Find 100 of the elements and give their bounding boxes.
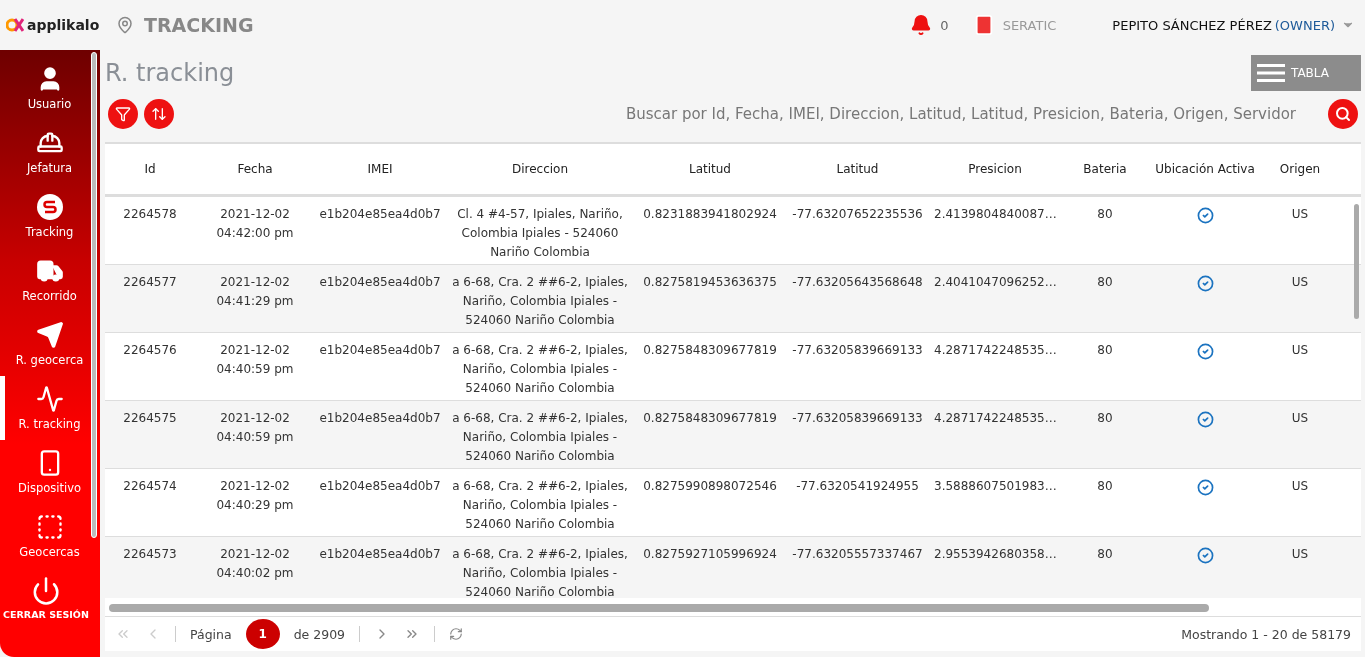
column-header[interactable]: Latitud: [785, 162, 930, 177]
sort-button[interactable]: [144, 99, 174, 130]
table-cell-text: 2021-12-02 04:40:02 pm: [215, 546, 295, 583]
table-cell-text: a 6-68, Cra. 2 ##6-2, Ipiales, Nariño, Colombia Ipiales - 524060 Nariño Colombia: [451, 546, 629, 599]
page-label: Página: [190, 626, 232, 642]
dashed-square-icon: [35, 513, 64, 541]
line-chart-icon: [35, 385, 64, 413]
sidebar-item[interactable]: R. tracking: [0, 376, 100, 440]
table-cell-text: -77.63205643568648: [791, 274, 924, 292]
table-cell-text: 2264577: [122, 274, 178, 292]
search-field[interactable]: Buscar por Id, Fecha, IMEI, Direccion, Latitud, Latitud, Presicion, Bateria, Origen, Servidor: [180, 104, 1298, 125]
table-cell-text: US: [1290, 274, 1310, 292]
table-cell-text: 2021-12-02 04:42:00 pm: [215, 206, 295, 243]
table-cell-text: 2.9553942680358…: [933, 546, 1058, 564]
table-row[interactable]: 2264575 2021-12-02 04:40:59 pm e1b204e85ea4d0b7 a 6-68, Cra. 2 ##6-2, Ipiales, Nariño, Colombia Ipiales - 524060 Nariño Colombia 0.8275848309677819 -77.63205839669133 4.2871742248535… 80 US: [105, 401, 1361, 470]
table-cell-text: e1b204e85ea4d0b7: [318, 206, 442, 224]
table-cell-text: 0.8275990898072546: [642, 478, 778, 496]
horizontal-scrollbar[interactable]: [109, 604, 1209, 613]
table-cell-text: a 6-68, Cra. 2 ##6-2, Ipiales, Nariño, Colombia Ipiales - 524060 Nariño Colombia: [451, 478, 629, 534]
page-count: de 2909: [293, 626, 346, 642]
sidebar-item[interactable]: Jefatura: [0, 120, 100, 184]
table-cell-text: -77.63205839669133: [791, 342, 924, 360]
power-icon: [31, 576, 61, 606]
send-icon: [35, 321, 64, 349]
table-cell-text: 2021-12-02 04:41:29 pm: [215, 274, 295, 311]
table-cell-text: e1b204e85ea4d0b7: [318, 410, 442, 428]
table-cell-text: -77.63205557337467: [791, 546, 924, 564]
column-header[interactable]: Ubicación Activa: [1150, 162, 1260, 177]
tracking-icon: [35, 193, 64, 221]
table-cell-text: 80: [1096, 342, 1114, 360]
notification-bell-icon[interactable]: [910, 14, 933, 36]
table-cell-text: US: [1290, 410, 1310, 428]
table-cell-text: 0.8275927105996924: [642, 546, 778, 564]
filter-button[interactable]: [108, 99, 138, 130]
section-title: TRACKING: [144, 14, 254, 36]
logout-button[interactable]: CERRAR SESIÓN: [0, 568, 100, 620]
sidebar-scrollbar[interactable]: [91, 52, 97, 538]
column-header[interactable]: Origen: [1260, 162, 1340, 177]
table-cell-text: e1b204e85ea4d0b7: [318, 274, 442, 292]
column-header[interactable]: Id: [105, 162, 195, 177]
table-cell-text: 2.4139804840087…: [933, 206, 1058, 224]
table-row[interactable]: 2264577 2021-12-02 04:41:29 pm e1b204e85ea4d0b7 a 6-68, Cra. 2 ##6-2, Ipiales, Nariño, Colombia Ipiales - 524060 Nariño Colombia 0.8275819453636375 -77.63205643568648 2.4041047096252… 80 US: [105, 265, 1361, 334]
table-cell-text: 2021-12-02 04:40:59 pm: [215, 342, 295, 379]
table-cell-text: 80: [1096, 410, 1114, 428]
page-title: R. tracking: [105, 59, 235, 88]
table-cell-text: a 6-68, Cra. 2 ##6-2, Ipiales, Nariño, Colombia Ipiales - 524060 Nariño Colombia: [451, 410, 629, 466]
sidebar-item[interactable]: Usuario: [0, 56, 100, 120]
table-cell-text: 2021-12-02 04:40:29 pm: [215, 478, 295, 515]
page-number[interactable]: 1: [245, 619, 280, 650]
table-cell-text: -77.6320541924955: [795, 478, 920, 496]
table-cell-text: 80: [1096, 206, 1114, 224]
table-cell-text: 2264578: [122, 206, 178, 224]
search-button[interactable]: [1328, 99, 1358, 130]
vertical-scrollbar[interactable]: [1354, 204, 1359, 320]
table-cell-text: 2264573: [122, 546, 178, 564]
table-cell-text: US: [1290, 478, 1310, 496]
filter-icon: [115, 106, 131, 123]
sidebar-item[interactable]: Dispositivo: [0, 440, 100, 504]
records-summary: Mostrando 1 - 20 de 58179: [1181, 626, 1351, 642]
user-name[interactable]: PEPITO SÁNCHEZ PÉREZ: [1112, 17, 1272, 33]
table-cell-text: -77.63205839669133: [791, 410, 924, 428]
table-cell-text: 2264574: [122, 478, 178, 496]
app-logo: applikalo: [27, 17, 100, 33]
table-cell-text: US: [1290, 342, 1310, 360]
table-cell-text: -77.63207652235536: [791, 206, 924, 224]
logo-icon: [6, 17, 24, 33]
sidebar-item[interactable]: Tracking: [0, 184, 100, 248]
column-header[interactable]: Bateria: [1060, 162, 1150, 177]
table-cell-text: 4.2871742248535…: [933, 342, 1058, 360]
sort-icon: [151, 106, 167, 123]
table-cell-text: US: [1290, 206, 1310, 224]
sidebar-item[interactable]: R. geocerca: [0, 312, 100, 376]
menu-icon: [1257, 63, 1285, 84]
user-role: (OWNER): [1274, 17, 1335, 33]
table-cell-text: 80: [1096, 274, 1114, 292]
notification-count: 0: [940, 17, 949, 33]
table-cell-text: a 6-68, Cra. 2 ##6-2, Ipiales, Nariño, Colombia Ipiales - 524060 Nariño Colombia: [451, 274, 629, 330]
table-cell-text: a 6-68, Cra. 2 ##6-2, Ipiales, Nariño, Colombia Ipiales - 524060 Nariño Colombia: [451, 342, 629, 398]
sidebar-item[interactable]: Geocercas: [0, 504, 100, 568]
table-cell-text: e1b204e85ea4d0b7: [318, 478, 442, 496]
column-header[interactable]: Fecha: [195, 162, 315, 177]
table-cell-text: 4.2871742248535…: [933, 410, 1058, 428]
table-cell-text: 0.8231883941802924: [642, 206, 778, 224]
sidebar-item[interactable]: Recorrido: [0, 248, 100, 312]
table-cell-text: 2021-12-02 04:40:59 pm: [215, 410, 295, 447]
search-icon: [1335, 106, 1351, 123]
column-header[interactable]: Latitud: [635, 162, 785, 177]
table-cell-text: e1b204e85ea4d0b7: [318, 546, 442, 564]
table-cell-text: 0.8275848309677819: [642, 410, 778, 428]
table-cell-text: Cl. 4 #4-57, Ipiales, Nariño, Colombia Ipiales - 524060 Nariño Colombia: [456, 206, 624, 262]
table-row[interactable]: 2264573 2021-12-02 04:40:02 pm e1b204e85ea4d0b7 a 6-68, Cra. 2 ##6-2, Ipiales, Nariño, Colombia Ipiales - 524060 Nariño Colombia 0.8275927105996924 -77.63205557337467 2.9553942680358… 80 US: [105, 537, 1361, 599]
column-header[interactable]: IMEI: [315, 162, 445, 177]
table-cell-text: 0.8275848309677819: [642, 342, 778, 360]
refresh-button[interactable]: [449, 627, 464, 642]
table-cell-text: 3.5888607501983…: [933, 478, 1058, 496]
company-name: SERATIC: [1002, 17, 1057, 33]
column-header[interactable]: Presicion: [930, 162, 1060, 177]
column-header[interactable]: Direccion: [445, 162, 635, 177]
table-cell-text: US: [1290, 546, 1310, 564]
refresh-icon: [449, 627, 464, 642]
